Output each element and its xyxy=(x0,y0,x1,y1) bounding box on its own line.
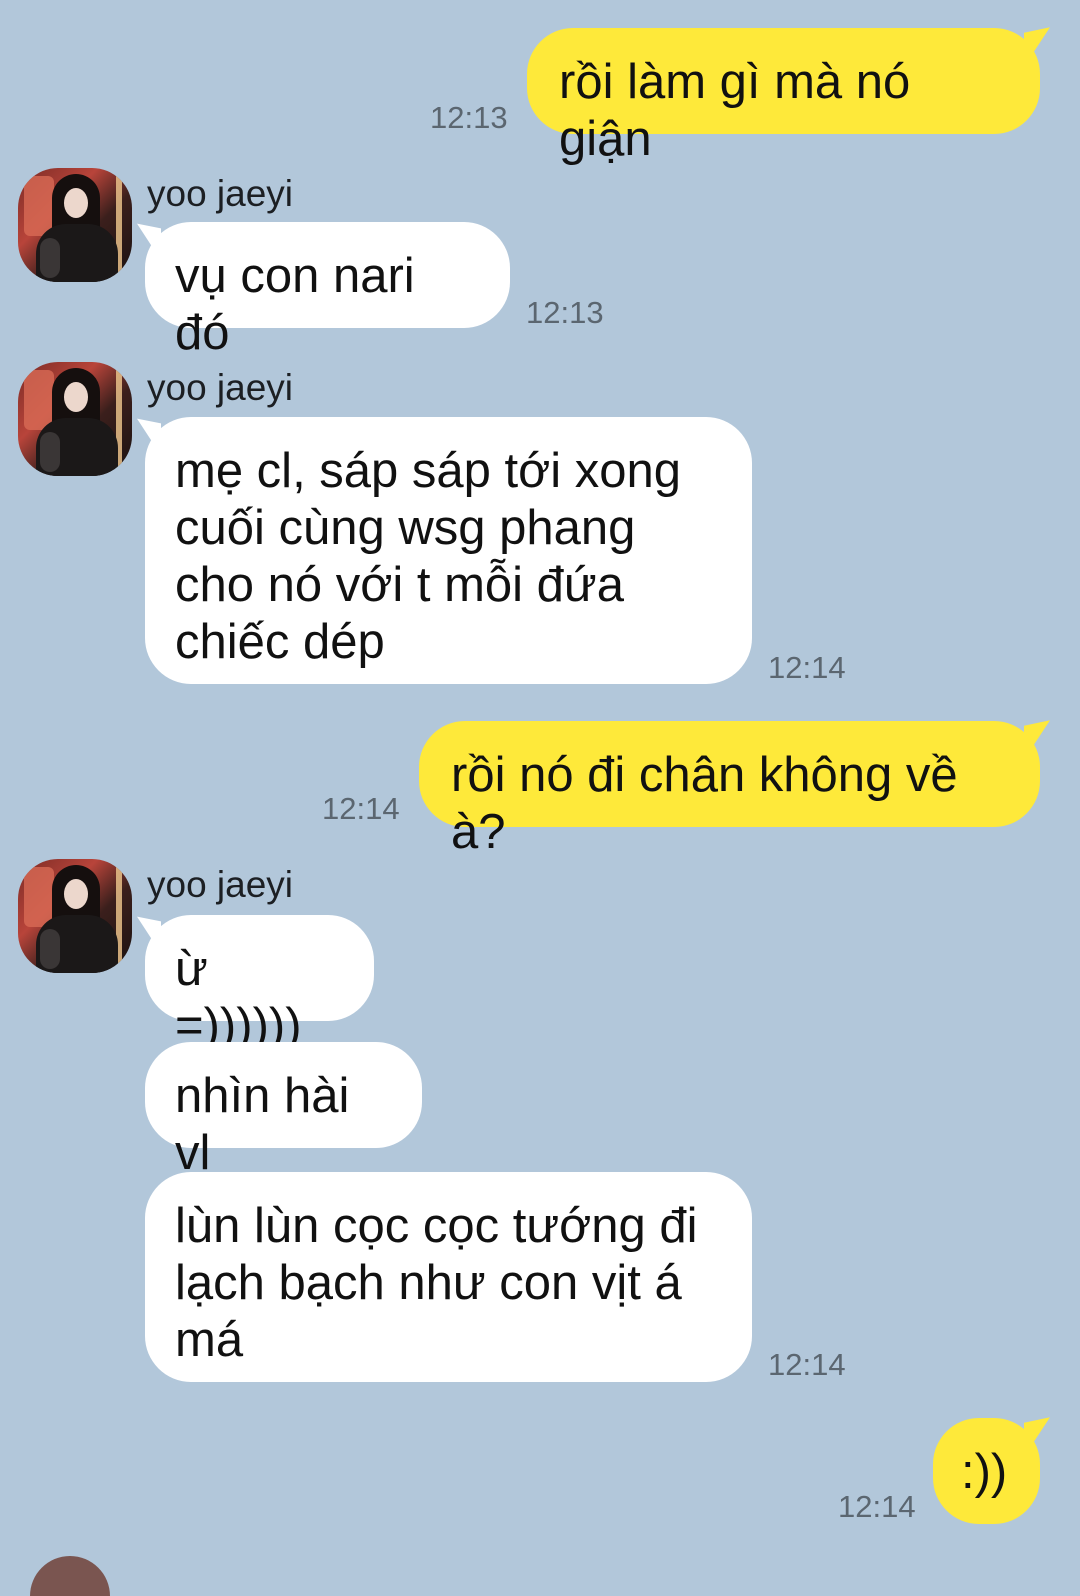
message-timestamp: 12:14 xyxy=(322,791,400,826)
contact-name: yoo jaeyi xyxy=(147,367,294,408)
their-message-bubble[interactable]: ừ =)))))) xyxy=(145,915,374,1053)
contact-avatar-partial xyxy=(30,1556,110,1596)
contact-name: yoo jaeyi xyxy=(147,173,294,214)
message-timestamp: 12:14 xyxy=(768,650,846,685)
contact-avatar[interactable] xyxy=(18,362,132,476)
message-timestamp: 12:13 xyxy=(430,100,508,135)
message-timestamp: 12:14 xyxy=(838,1489,916,1524)
message-timestamp: 12:13 xyxy=(526,295,604,330)
my-message-bubble[interactable]: :)) xyxy=(933,1418,1040,1524)
their-message-bubble[interactable]: nhìn hài vl xyxy=(145,1042,422,1180)
message-timestamp: 12:14 xyxy=(768,1347,846,1382)
their-message-bubble[interactable]: lùn lùn cọc cọc tướng đi lạch bạch như c… xyxy=(145,1172,752,1382)
their-message-bubble[interactable]: mẹ cl, sáp sáp tới xong cuối cùng wsg ph… xyxy=(145,417,752,684)
contact-avatar[interactable] xyxy=(18,168,132,282)
my-message-bubble[interactable]: rồi làm gì mà nó giận xyxy=(527,28,1040,166)
contact-avatar[interactable] xyxy=(18,859,132,973)
my-message-bubble[interactable]: rồi nó đi chân không về à? xyxy=(419,721,1040,859)
contact-name: yoo jaeyi xyxy=(147,864,294,905)
their-message-bubble[interactable]: vụ con nari đó xyxy=(145,222,510,360)
